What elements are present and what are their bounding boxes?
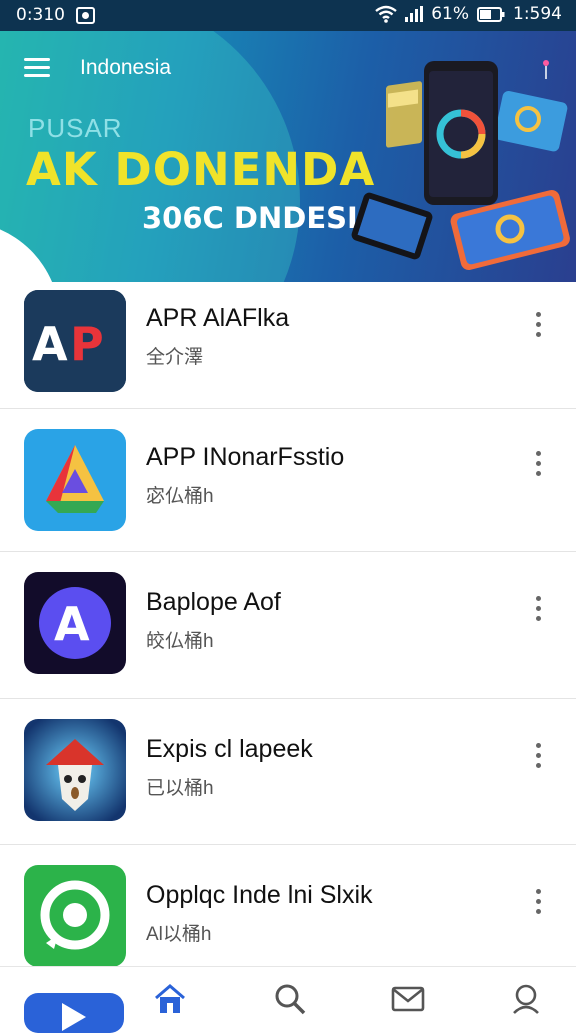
list-item[interactable]: Expis cl lapeek 已以桶h xyxy=(0,699,576,845)
phones-illustration xyxy=(351,60,570,270)
page-title: Indonesia xyxy=(80,56,172,79)
svg-text:A: A xyxy=(32,317,68,371)
signal-icon xyxy=(405,6,424,22)
wifi-icon xyxy=(375,5,397,23)
menu-icon xyxy=(24,58,50,61)
app-name: Expis cl lapeek xyxy=(146,735,313,763)
list-item[interactable]: APP INonarFsstio 宓仏桶h xyxy=(0,409,576,552)
app-subtitle: 已以桶h xyxy=(146,778,214,799)
more-options-icon[interactable] xyxy=(528,312,548,352)
status-clock: 1:594 xyxy=(513,4,562,24)
app-subtitle: 宓仏桶h xyxy=(146,486,214,507)
a-circle-logo-icon: A xyxy=(24,572,126,674)
search-icon[interactable] xyxy=(272,981,308,1017)
battery-icon xyxy=(477,6,505,22)
more-options-icon[interactable] xyxy=(528,743,548,783)
profile-icon[interactable] xyxy=(508,981,544,1017)
banner-line-3: 306C DNDESIA xyxy=(142,201,381,235)
status-bar: 0:310 61% 1:594 xyxy=(0,0,576,31)
app-subtitle: 全介澤 xyxy=(146,347,204,368)
chat-bubble-logo-icon xyxy=(24,865,126,967)
hero-banner[interactable]: Indonesia PUSAR AK DONENDA 306C DNDESIA xyxy=(0,31,576,282)
triangle-logo-icon xyxy=(24,429,126,531)
app-name: Opplqc Inde lni Slxik xyxy=(146,881,373,909)
app-list: A P APR AlAFlka 全介澤 APP INonarFsstio 宓仏桶… xyxy=(0,282,576,969)
menu-icon xyxy=(24,66,50,69)
more-options-icon[interactable] xyxy=(528,889,548,929)
app-subtitle: 皎仏桶h xyxy=(146,631,214,652)
ap-logo-icon: A P xyxy=(24,290,126,392)
status-time: 0:310 xyxy=(16,5,65,25)
home-icon[interactable] xyxy=(152,981,188,1017)
menu-button[interactable] xyxy=(24,58,50,80)
list-item[interactable]: Opplqc Inde lni Slxik Al以桶h xyxy=(0,845,576,969)
house-mascot-icon xyxy=(24,719,126,821)
bottom-navigation xyxy=(0,966,576,1033)
svg-text:P: P xyxy=(70,317,104,371)
more-options-icon[interactable] xyxy=(528,451,548,491)
banner-headline: AK DONENDA xyxy=(26,143,376,196)
battery-percent: 61% xyxy=(431,4,469,24)
notification-icon xyxy=(76,7,95,24)
svg-text:A: A xyxy=(54,597,90,651)
list-item[interactable]: A Baplope Aof 皎仏桶h xyxy=(0,552,576,699)
app-name: Baplope Aof xyxy=(146,588,281,616)
app-name: APR AlAFlka xyxy=(146,304,290,332)
menu-icon xyxy=(24,74,50,77)
banner-line-1: PUSAR xyxy=(28,113,123,143)
app-name: APP INonarFsstio xyxy=(146,443,345,471)
mail-icon[interactable] xyxy=(390,981,426,1017)
app-subtitle: Al以桶h xyxy=(146,924,212,945)
list-item[interactable]: A P APR AlAFlka 全介澤 xyxy=(0,282,576,409)
more-options-icon[interactable] xyxy=(528,596,548,636)
partial-app-icon xyxy=(24,993,124,1033)
